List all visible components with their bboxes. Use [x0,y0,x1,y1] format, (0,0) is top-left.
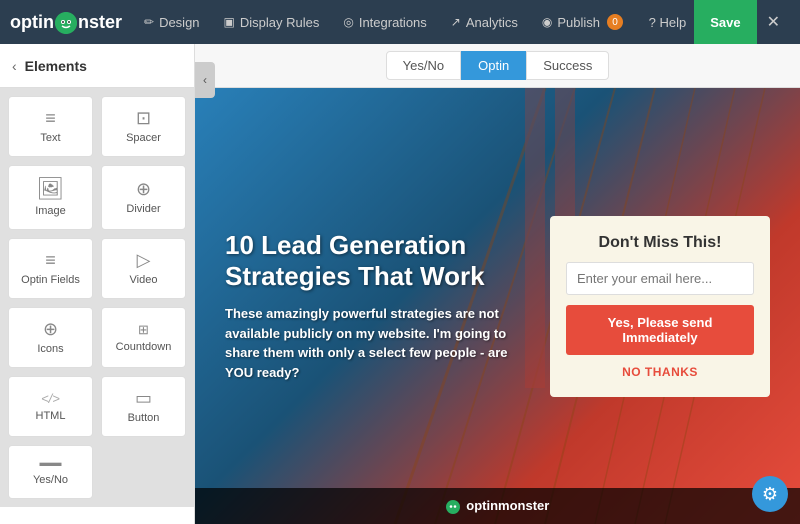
countdown-element-icon: ⊞ [138,323,149,336]
button-element-icon: ▭ [135,389,152,407]
tabs-bar: Yes/No Optin Success [195,44,800,88]
canvas: 10 Lead Generation Strategies That Work … [195,88,800,524]
element-countdown[interactable]: ⊞ Countdown [101,307,186,368]
bottom-branding-bar: optinmonster [195,488,800,524]
image-element-icon: 🖼 [37,178,65,200]
html-element-icon: </> [41,392,60,405]
collapse-arrow-icon: ‹ [203,73,207,87]
nav-publish-label: Publish [557,15,600,30]
tab-success[interactable]: Success [526,51,609,80]
sidebar: ‹ Elements ≡ Text ⊡ Spacer 🖼 Image ⊕ Div… [0,44,195,524]
no-thanks-button[interactable]: NO THANKS [622,365,698,379]
nav-publish[interactable]: ◉ Publish 0 [530,0,635,44]
publish-badge: 0 [607,14,623,30]
element-video-label: Video [130,274,158,286]
tab-yes-no-label: Yes/No [403,58,444,73]
no-thanks-label: NO THANKS [622,365,698,379]
analytics-icon: ↗ [451,15,461,29]
logo-monster-icon [55,12,77,34]
spacer-element-icon: ⊡ [136,109,151,127]
element-text[interactable]: ≡ Text [8,96,93,157]
element-icons[interactable]: ⊕ Icons [8,307,93,368]
element-image[interactable]: 🖼 Image [8,165,93,230]
nav-display-rules[interactable]: ▣ Display Rules [212,0,332,44]
element-countdown-label: Countdown [116,341,172,353]
nav-design[interactable]: ✏ Design [132,0,212,44]
element-icons-label: Icons [37,343,63,355]
logo-text-start: optin [10,12,54,33]
video-element-icon: ▷ [137,251,151,269]
close-button[interactable]: ✕ [757,0,790,44]
save-button[interactable]: Save [694,0,756,44]
tab-optin[interactable]: Optin [461,51,526,80]
element-divider[interactable]: ⊕ Divider [101,165,186,230]
element-button[interactable]: ▭ Button [101,376,186,437]
icons-element-icon: ⊕ [43,320,58,338]
logo: optin nster [10,11,122,33]
help-button[interactable]: ? Help [641,0,695,44]
email-input[interactable] [566,262,754,295]
sidebar-header: ‹ Elements [0,44,194,88]
elements-grid: ≡ Text ⊡ Spacer 🖼 Image ⊕ Divider ≡ Opti… [0,88,194,507]
nav-integrations[interactable]: ◎ Integrations [331,0,438,44]
element-spacer[interactable]: ⊡ Spacer [101,96,186,157]
save-label: Save [710,15,740,30]
sidebar-title: Elements [25,58,87,74]
display-rules-icon: ▣ [224,15,235,29]
element-yes-no[interactable]: ▬▬ Yes/No [8,445,93,499]
back-button[interactable]: ‹ [12,58,17,74]
nav-design-label: Design [159,15,199,30]
element-yes-no-label: Yes/No [33,474,68,486]
element-divider-label: Divider [126,203,160,215]
tab-success-label: Success [543,58,592,73]
design-icon: ✏ [144,15,154,29]
help-circle-button[interactable]: ⚙ [752,476,788,512]
nav-analytics[interactable]: ↗ Analytics [439,0,530,44]
subtext: These amazingly powerful strategies are … [225,304,530,382]
element-button-label: Button [128,412,160,424]
element-html-label: HTML [36,410,66,422]
logo-text-end: nster [78,12,122,33]
text-element-icon: ≡ [45,109,56,127]
element-spacer-label: Spacer [126,132,161,144]
integrations-icon: ◎ [343,15,353,29]
yes-no-element-icon: ▬▬ [40,458,62,469]
element-optin-fields-label: Optin Fields [21,274,80,286]
nav-integrations-label: Integrations [359,15,427,30]
branding-text: optinmonster [446,498,550,514]
element-video[interactable]: ▷ Video [101,238,186,299]
om-logo-icon [446,500,460,514]
text-block: 10 Lead Generation Strategies That Work … [225,230,530,382]
main-layout: ‹ Elements ≡ Text ⊡ Spacer 🖼 Image ⊕ Div… [0,44,800,524]
tab-yes-no[interactable]: Yes/No [386,51,461,80]
monster-face-icon [55,12,77,34]
publish-icon: ◉ [542,15,552,29]
app-header: optin nster ✏ Design ▣ Display Rules ◎ I… [0,0,800,44]
tab-optin-label: Optin [478,58,509,73]
headline-text: 10 Lead Generation Strategies That Work [225,230,530,292]
element-text-label: Text [40,132,60,144]
close-icon: ✕ [767,12,780,32]
submit-label: Yes, Please send Immediately [608,315,713,345]
element-image-label: Image [35,205,66,217]
nav-display-rules-label: Display Rules [240,15,319,30]
divider-element-icon: ⊕ [136,180,151,198]
help-circle-icon: ⚙ [762,484,778,505]
help-label: ? Help [649,15,687,30]
submit-button[interactable]: Yes, Please send Immediately [566,305,754,355]
content-area: Yes/No Optin Success [195,44,800,524]
optin-fields-element-icon: ≡ [45,251,56,269]
branding-label: optinmonster [466,498,549,513]
form-title: Don't Miss This! [599,234,722,252]
element-html[interactable]: </> HTML [8,376,93,437]
sidebar-collapse-button[interactable]: ‹ [195,62,215,98]
element-optin-fields[interactable]: ≡ Optin Fields [8,238,93,299]
optin-form: Don't Miss This! Yes, Please send Immedi… [550,216,770,397]
nav-analytics-label: Analytics [466,15,518,30]
canvas-content: 10 Lead Generation Strategies That Work … [195,88,800,524]
